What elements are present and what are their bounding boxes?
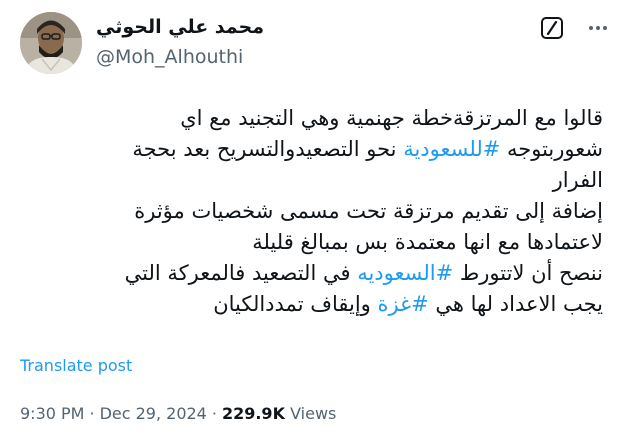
tweet-text-segment: ننصح أن لاتتورط bbox=[453, 261, 603, 285]
author-handle[interactable]: @Moh_Alhouthi bbox=[96, 45, 243, 69]
tweet-time[interactable]: 9:30 PM bbox=[20, 404, 84, 423]
tweet-text: قالوا مع المرتزقةخطة جهنمية وهي التجنيد … bbox=[23, 103, 603, 320]
translate-post-link[interactable]: Translate post bbox=[20, 355, 132, 377]
tweet-meta: 9:30 PM · Dec 29, 2024 · 229.9K Views bbox=[20, 402, 336, 426]
hashtag-link[interactable]: #للسعودية bbox=[403, 137, 500, 161]
meta-separator: · bbox=[211, 404, 217, 423]
more-horizontal-icon bbox=[596, 26, 600, 30]
tweet-text-line: لاعتمادها مع انها معتمدة بس بمبالغ قليلة bbox=[23, 227, 603, 258]
more-horizontal-icon bbox=[603, 26, 607, 30]
avatar-image bbox=[20, 12, 82, 74]
tweet-text-segment: إضافة إلى تقديم مرتزقة تحت مسمى شخصيات م… bbox=[134, 199, 603, 223]
tweet-text-segment: في التصعيد فالمعركة التي bbox=[124, 261, 358, 285]
author-display-name[interactable]: محمد علي الحوثي bbox=[96, 14, 264, 40]
tweet-text-line: الفرار bbox=[23, 165, 603, 196]
tweet-date[interactable]: Dec 29, 2024 bbox=[100, 404, 207, 423]
tweet-text-line: ننصح أن لاتتورط #السعوديه في التصعيد فال… bbox=[23, 258, 603, 289]
tweet-card: محمد علي الحوثي @Moh_Alhouthi قالوا مع ا… bbox=[0, 0, 629, 437]
tweet-text-line: يجب الاعداد لها هي #غزة وإيقاف تمددالكيا… bbox=[23, 289, 603, 320]
tweet-text-segment: يجب الاعداد لها هي bbox=[428, 292, 603, 316]
avatar[interactable] bbox=[20, 12, 82, 74]
hashtag-link[interactable]: #السعوديه bbox=[357, 261, 453, 285]
tweet-text-line: شعوربتوجه #للسعودية نحو التصعيدوالتسريح … bbox=[23, 134, 603, 165]
author-block: محمد علي الحوثي @Moh_Alhouthi bbox=[96, 14, 496, 74]
more-horizontal-icon bbox=[589, 26, 593, 30]
views-label: Views bbox=[290, 404, 337, 423]
grok-icon bbox=[541, 17, 563, 39]
tweet-text-line: إضافة إلى تقديم مرتزقة تحت مسمى شخصيات م… bbox=[23, 196, 603, 227]
tweet-text-segment: وإيقاف تمددالكيان bbox=[213, 292, 378, 316]
tweet-text-segment: شعوربتوجه bbox=[500, 137, 603, 161]
tweet-text-segment: قالوا مع المرتزقةخطة جهنمية وهي التجنيد … bbox=[180, 106, 603, 130]
tweet-text-segment: لاعتمادها مع انها معتمدة بس بمبالغ قليلة bbox=[252, 230, 603, 254]
meta-separator: · bbox=[89, 404, 95, 423]
tweet-text-segment: نحو التصعيدوالتسريح بعد بحجة bbox=[132, 137, 404, 161]
hashtag-link[interactable]: #غزة bbox=[378, 292, 429, 316]
tweet-text-line: قالوا مع المرتزقةخطة جهنمية وهي التجنيد … bbox=[23, 103, 603, 134]
tweet-text-segment: الفرار bbox=[552, 168, 603, 192]
more-options-button[interactable] bbox=[585, 15, 611, 41]
grok-button[interactable] bbox=[539, 15, 565, 41]
views-count: 229.9K bbox=[221, 404, 285, 423]
